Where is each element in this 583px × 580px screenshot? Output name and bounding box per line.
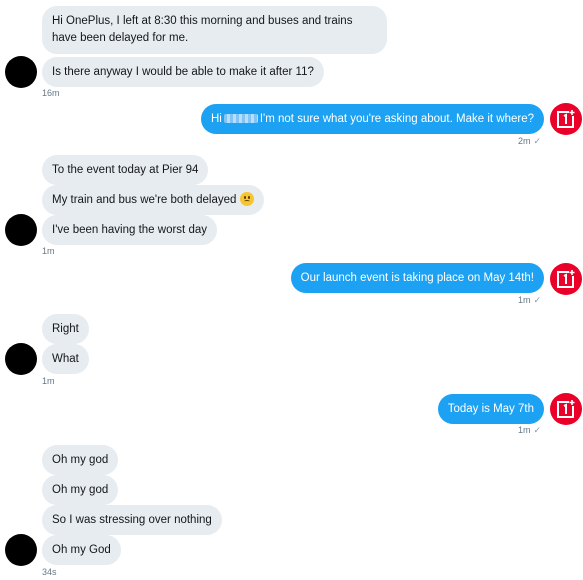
timestamp: 34s bbox=[42, 567, 57, 577]
oneplus-logo-icon[interactable] bbox=[550, 393, 582, 425]
timestamp-row: 2m ✓ bbox=[518, 136, 541, 147]
timestamp-row: 1m ✓ bbox=[518, 425, 541, 436]
timestamp: 1m bbox=[42, 376, 55, 386]
timestamp: 1m bbox=[42, 246, 55, 256]
incoming-message: Oh my god bbox=[42, 475, 119, 505]
incoming-message: To the event today at Pier 94 bbox=[42, 155, 209, 185]
incoming-message: What bbox=[42, 344, 89, 374]
incoming-message: I've been having the worst day bbox=[42, 215, 217, 245]
incoming-message: So I was stressing over nothing bbox=[42, 505, 222, 535]
message-suffix: I'm not sure what you're asking about. M… bbox=[259, 113, 534, 125]
timestamp: 1m bbox=[517, 425, 531, 435]
message-text: My train and bus we're both delayed bbox=[52, 194, 237, 206]
incoming-message: My train and bus we're both delayed bbox=[42, 185, 265, 215]
outgoing-message: Today is May 7th bbox=[437, 394, 544, 424]
outgoing-message: Hi I'm not sure what you're asking about.… bbox=[200, 104, 544, 134]
read-check-icon: ✓ bbox=[533, 425, 541, 435]
timestamp: 2m bbox=[517, 136, 531, 146]
oneplus-logo-icon[interactable] bbox=[550, 103, 582, 135]
frowning-face-emoji-icon bbox=[240, 192, 255, 206]
incoming-message: Right bbox=[42, 314, 89, 344]
oneplus-logo-icon[interactable] bbox=[550, 263, 582, 295]
timestamp: 16m bbox=[42, 88, 60, 98]
user-avatar[interactable] bbox=[5, 214, 37, 246]
message-prefix: Hi bbox=[210, 113, 222, 125]
redacted-name bbox=[223, 114, 258, 124]
timestamp-row: 1m ✓ bbox=[518, 295, 541, 306]
incoming-message: Is there anyway I would be able to make … bbox=[42, 57, 324, 87]
user-avatar[interactable] bbox=[5, 56, 37, 88]
incoming-message: Hi OnePlus, I left at 8:30 this morning … bbox=[42, 6, 387, 54]
user-avatar[interactable] bbox=[5, 343, 37, 375]
outgoing-message: Our launch event is taking place on May … bbox=[290, 263, 544, 293]
read-check-icon: ✓ bbox=[533, 136, 541, 146]
user-avatar[interactable] bbox=[5, 534, 37, 566]
incoming-message: Oh my god bbox=[42, 445, 119, 475]
read-check-icon: ✓ bbox=[533, 295, 541, 305]
timestamp: 1m bbox=[517, 295, 531, 305]
incoming-message: Oh my God bbox=[42, 535, 121, 565]
